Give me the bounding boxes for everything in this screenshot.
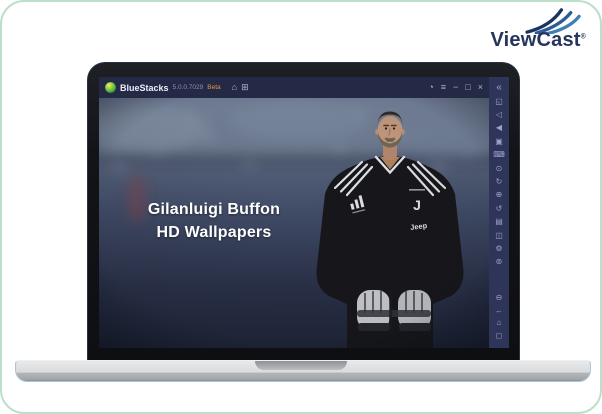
menu-icon[interactable]: ≡: [441, 83, 446, 92]
laptop-lid-notch: [255, 361, 347, 370]
emulator-window: BlueStacks 5.0.0.7029 Beta ⌂ ⊞ ◔ ≡ − □ ×: [99, 77, 509, 348]
volume-icon[interactable]: ◁: [489, 108, 509, 121]
rotate-icon[interactable]: ↺: [489, 202, 509, 215]
bluestacks-logo-icon: [105, 82, 116, 93]
toolbar-sidebar: « ◱ ◁ ◀ ▣ ⌨ ⊙ ↻ ⊕ ↺ ▤ ◫ ⚙ ⊚ ⊖ ← ⌂ ◻: [489, 77, 509, 348]
android-recents-icon[interactable]: ◻: [489, 330, 509, 343]
wallpaper-caption: Gilanluigi Buffon HD Wallpapers: [121, 198, 307, 244]
fullscreen-icon[interactable]: ◱: [489, 95, 509, 108]
viewcast-logo: ViewCast®: [478, 8, 590, 54]
app-version: 5.0.0.7029: [172, 84, 204, 91]
brand-name: ViewCast®: [490, 29, 586, 52]
shake-icon[interactable]: ◀: [489, 122, 509, 135]
caption-line-2: HD Wallpapers: [156, 224, 272, 242]
game-controls-icon[interactable]: ⌨: [489, 149, 509, 162]
maximize-button[interactable]: □: [465, 83, 470, 92]
home-icon[interactable]: ⌂: [232, 83, 237, 92]
close-button[interactable]: ×: [478, 83, 483, 92]
promo-card: ViewCast® BlueStacks 5.0.0.7029 Beta ⌂ ⊞…: [0, 0, 602, 414]
app-title: BlueStacks: [120, 82, 169, 93]
wallpaper-photo: J Jeep: [99, 98, 489, 348]
screenshot-icon[interactable]: ▣: [489, 135, 509, 148]
sync-icon[interactable]: ↻: [489, 175, 509, 188]
boost-icon[interactable]: ◔: [428, 83, 433, 92]
brand-name-text: ViewCast: [490, 29, 581, 51]
help-icon[interactable]: ⊚: [489, 256, 509, 269]
macro-recorder-icon[interactable]: ⊙: [489, 162, 509, 175]
beta-badge: Beta: [207, 84, 221, 91]
collapse-sidebar-icon[interactable]: «: [496, 81, 502, 95]
media-manager-icon[interactable]: ▤: [489, 216, 509, 229]
multi-window-icon[interactable]: ⊞: [241, 83, 249, 92]
multi-instance-icon[interactable]: ◫: [489, 229, 509, 242]
minimize-button[interactable]: −: [453, 83, 458, 92]
caption-line-1: Gilanluigi Buffon: [147, 201, 281, 218]
settings-gear-icon[interactable]: ⚙: [489, 242, 509, 255]
titlebar: BlueStacks 5.0.0.7029 Beta ⌂ ⊞ ◔ ≡ − □ ×: [99, 77, 489, 98]
registered-mark: ®: [580, 33, 586, 41]
android-back-icon[interactable]: ←: [489, 305, 509, 318]
window-controls: ◔ ≡ − □ ×: [428, 83, 483, 92]
volume-mute-icon[interactable]: ⊖: [489, 292, 509, 305]
install-apk-icon[interactable]: ⊕: [489, 189, 509, 202]
android-home-icon[interactable]: ⌂: [489, 317, 509, 330]
